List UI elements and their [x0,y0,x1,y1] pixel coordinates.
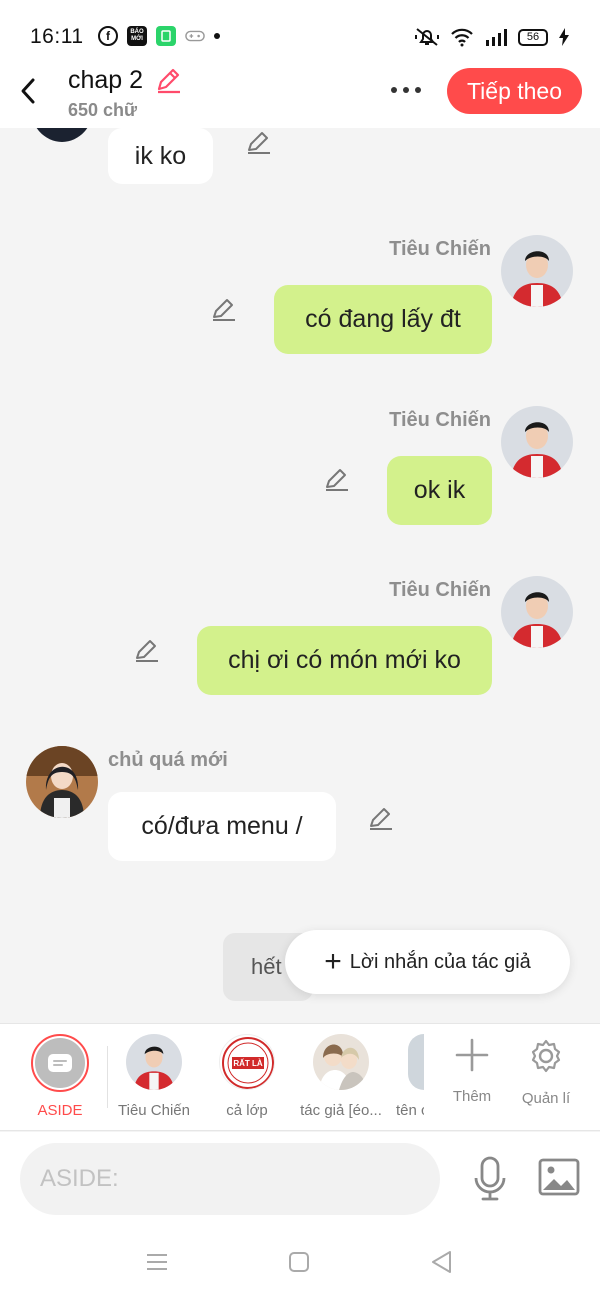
pencil-icon [248,132,270,154]
message-text: ok ik [413,476,466,504]
partial-avatar [408,1034,424,1090]
edit-message-button[interactable] [245,128,273,156]
character-ca-lop[interactable]: RẤT LÀ cả lớp [199,1034,295,1119]
more-options-button[interactable] [384,76,428,104]
aside-icon [48,1054,72,1072]
character-label: ASIDE [37,1102,83,1119]
app-screen: 16:11 f BÁO MỚI 56 chap 2 650 chữ Tiếp t… [0,0,600,1300]
chat-area: ik ko Tiêu Chiến có đang lấy đt Tiêu Chi… [0,128,600,1023]
badge-text: RẤT LÀ [233,1058,263,1068]
chapter-header: chap 2 650 chữ Tiếp theo [0,60,600,128]
sender-name: Tiêu Chiến [389,409,491,431]
aside-input[interactable] [20,1143,440,1215]
dot-icon [415,87,421,93]
charging-icon [559,28,569,46]
microphone-button[interactable] [470,1154,510,1204]
notification-dot-icon [214,33,220,39]
home-square-icon [289,1252,309,1272]
message-text: có đang lấy đt [305,305,461,333]
message-bubble[interactable]: có đang lấy đt [274,285,492,354]
battery-icon: 56 [518,28,548,46]
ca-lop-avatar: RẤT LÀ [219,1034,275,1090]
character-aside[interactable]: ASIDE [12,1034,108,1119]
status-app-icons: f BÁO MỚI [98,26,220,46]
pencil-icon [326,469,348,491]
word-count: 650 chữ [68,100,138,120]
wifi-icon [451,28,473,47]
character-partial[interactable]: tên c [372,1034,424,1119]
gear-icon [531,1039,561,1073]
add-label: Thêm [452,1088,492,1105]
mute-bell-icon [415,28,439,46]
back-triangle-icon [432,1251,451,1273]
image-button[interactable] [538,1158,582,1200]
character-label: cả lớp [226,1102,268,1119]
character-label: tên c [396,1102,424,1119]
sender-name: chủ quá mới [108,749,228,771]
pencil-icon [213,299,235,321]
dot-icon [403,87,409,93]
tac-gia-avatar [313,1034,369,1090]
aside-avatar [31,1034,89,1092]
author-note-button[interactable]: + Lời nhắn của tác giả [285,930,570,994]
chevron-left-icon [21,78,35,104]
home-nav-button[interactable] [287,1250,315,1278]
tieu-chien-avatar[interactable] [501,576,573,648]
image-icon [538,1158,580,1196]
dark-avatar[interactable] [30,128,94,142]
message-text: hết [251,954,282,979]
message-text: có/đưa menu / [141,812,303,840]
message-text: chị ơi có món mới ko [228,646,461,674]
message-bubble[interactable]: ik ko [108,128,213,184]
status-system-icons: 56 [414,26,570,48]
edit-title-button[interactable] [154,65,184,95]
sender-name: Tiêu Chiến [389,238,491,260]
back-nav-button[interactable] [430,1250,458,1278]
character-tieu-chien[interactable]: Tiêu Chiến [106,1034,202,1119]
edit-message-button[interactable] [367,804,395,832]
message-text: ik ko [134,141,187,170]
menu-icon [147,1254,167,1270]
microphone-icon [474,1156,506,1201]
game-controller-icon [185,26,205,46]
message-bubble[interactable]: chị ơi có món mới ko [197,626,492,695]
pencil-icon [157,68,180,94]
dot-icon [391,87,397,93]
edit-message-button[interactable] [323,465,351,493]
edit-message-button[interactable] [210,295,238,323]
edit-message-button[interactable] [133,636,161,664]
message-bubble[interactable]: ok ik [387,456,492,525]
manage-button[interactable]: Quản lí [511,1038,581,1107]
character-label: Tiêu Chiến [118,1102,190,1119]
input-row [0,1132,600,1232]
message-bubble[interactable]: có/đưa menu / [108,792,336,861]
add-character-button[interactable]: Thêm [437,1038,507,1105]
plus-icon: + [324,945,342,978]
pencil-icon [136,640,158,662]
status-bar: 16:11 f BÁO MỚI 56 [0,0,600,60]
manage-label: Quản lí [521,1090,571,1107]
menu-nav-button[interactable] [145,1250,173,1278]
status-time: 16:11 [30,25,84,48]
tieu-chien-avatar [126,1034,182,1090]
chapter-title: chap 2 [68,66,144,94]
app-icon [156,26,176,46]
facebook-icon: f [98,26,118,46]
tieu-chien-avatar[interactable] [501,406,573,478]
character-label: tác giả [éo... [300,1102,382,1119]
tieu-chien-avatar[interactable] [501,235,573,307]
system-navigation-bar [0,1232,600,1300]
next-button[interactable]: Tiếp theo [447,68,582,114]
plus-icon [455,1038,489,1072]
baomoi-icon: BÁO MỚI [127,26,147,46]
pencil-icon [370,808,392,830]
sender-name: Tiêu Chiến [389,579,491,601]
author-note-label: Lời nhắn của tác giả [349,950,531,973]
character-bar: ASIDE Tiêu Chiến RẤT LÀ cả lớp tác giả [… [0,1023,600,1131]
chu-qua-moi-avatar[interactable] [26,746,98,818]
back-button[interactable] [14,74,42,108]
signal-icon [486,29,507,46]
